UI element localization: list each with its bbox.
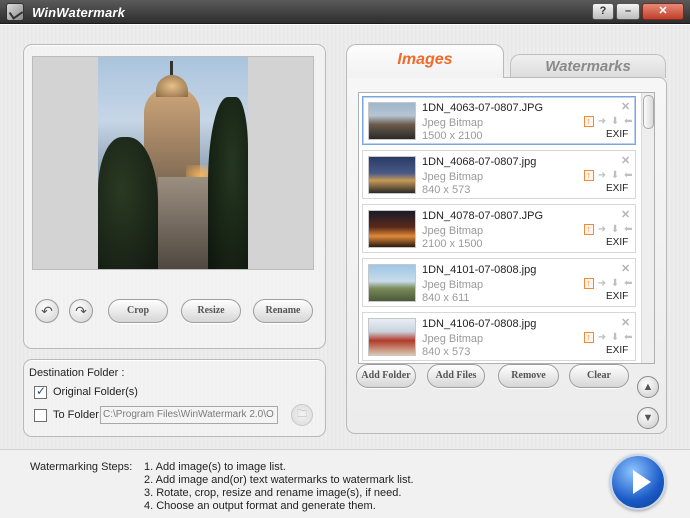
image-type: Jpeg Bitmap: [422, 333, 484, 345]
arrow-down-icon: ▼: [642, 412, 654, 424]
item-order-arrows[interactable]: ↑ ➜ ⬇ ⬅: [584, 116, 633, 127]
image-thumbnail: [368, 318, 416, 356]
item-order-arrows[interactable]: ↑ ➜ ⬇ ⬅: [584, 224, 633, 235]
image-type: Jpeg Bitmap: [422, 279, 484, 291]
remove-item-icon[interactable]: ✕: [621, 154, 630, 167]
steps-label: Watermarking Steps:: [30, 461, 133, 473]
main-area: ↶ ↷ Crop Resize Rename Destination Folde…: [0, 25, 690, 449]
generate-play-button[interactable]: [610, 454, 666, 510]
item-order-arrows[interactable]: ↑ ➜ ⬇ ⬅: [584, 170, 633, 181]
exif-label[interactable]: EXIF: [606, 345, 628, 356]
arrow-up-icon[interactable]: ↑: [584, 224, 594, 235]
step-3: 3. Rotate, crop, resize and rename image…: [144, 487, 402, 499]
help-button[interactable]: ?: [592, 3, 614, 20]
exif-label[interactable]: EXIF: [606, 129, 628, 140]
steps-list: 1. Add image(s) to image list. 2. Add im…: [144, 461, 414, 513]
title-bar: WinWatermark ? – ✕: [0, 0, 690, 24]
arrow-up-icon[interactable]: ↑: [584, 116, 594, 127]
image-dimensions: 840 x 611: [422, 292, 470, 304]
item-order-arrows[interactable]: ↑ ➜ ⬇ ⬅: [584, 332, 633, 343]
image-type: Jpeg Bitmap: [422, 171, 484, 183]
image-type: Jpeg Bitmap: [422, 117, 484, 129]
image-thumbnail: [368, 210, 416, 248]
image-filename: 1DN_4101-07-0808.jpg: [422, 264, 537, 276]
remove-item-icon[interactable]: ✕: [621, 262, 630, 275]
exif-label[interactable]: EXIF: [606, 237, 628, 248]
folder-path-input[interactable]: C:\Program Files\WinWatermark 2.0\O: [100, 406, 278, 424]
app-logo-icon: [6, 3, 24, 21]
original-folder-label[interactable]: Original Folder(s): [53, 386, 138, 398]
preview-image: [98, 57, 248, 269]
image-thumbnail: [368, 102, 416, 140]
arrow-up-icon[interactable]: ↑: [584, 278, 594, 289]
browse-folder-button[interactable]: 🗀: [291, 404, 313, 426]
step-1: 1. Add image(s) to image list.: [144, 461, 286, 473]
image-dimensions: 840 x 573: [422, 184, 471, 196]
image-list-item[interactable]: 1DN_4101-07-0808.jpg Jpeg Bitmap 840 x 611…: [362, 258, 636, 307]
image-filename: 1DN_4106-07-0808.jpg: [422, 318, 537, 330]
close-button[interactable]: ✕: [642, 3, 684, 20]
image-dimensions: 1500 x 2100: [422, 130, 483, 142]
image-list-item[interactable]: 1DN_4063-07-0807.JPG Jpeg Bitmap 1500 x 21…: [362, 96, 636, 145]
remove-item-icon[interactable]: ✕: [621, 208, 630, 221]
steps-bar: Watermarking Steps: 1. Add image(s) to i…: [0, 449, 690, 518]
image-filename: 1DN_4068-07-0807.jpg: [422, 156, 537, 168]
rotate-right-button[interactable]: ↷: [69, 299, 93, 323]
item-order-arrows[interactable]: ↑ ➜ ⬇ ⬅: [584, 278, 633, 289]
remove-button[interactable]: Remove: [498, 364, 559, 388]
image-dimensions: 2100 x 1500: [422, 238, 483, 250]
preview-toolbar: ↶ ↷ Crop Resize Rename: [24, 282, 325, 332]
add-folder-button[interactable]: Add Folder: [356, 364, 416, 388]
tab-images[interactable]: Images: [346, 44, 504, 78]
arrow-up-icon: ▲: [642, 381, 654, 393]
add-files-button[interactable]: Add Files: [427, 364, 485, 388]
to-folder-checkbox[interactable]: [34, 409, 47, 422]
crop-button[interactable]: Crop: [108, 299, 168, 323]
exif-label[interactable]: EXIF: [606, 183, 628, 194]
preview-panel: ↶ ↷ Crop Resize Rename: [23, 44, 326, 349]
move-down-button[interactable]: ▼: [637, 407, 659, 429]
image-dimensions: 840 x 573: [422, 346, 471, 358]
step-2: 2. Add image and(or) text watermarks to …: [144, 474, 414, 486]
image-list-panel: 1DN_4063-07-0807.JPG Jpeg Bitmap 1500 x 21…: [346, 77, 667, 434]
remove-item-icon[interactable]: ✕: [621, 100, 630, 113]
destination-panel: Destination Folder : Original Folder(s) …: [23, 359, 326, 437]
tab-watermarks[interactable]: Watermarks: [510, 54, 666, 78]
image-list[interactable]: 1DN_4063-07-0807.JPG Jpeg Bitmap 1500 x 21…: [358, 92, 655, 364]
app-title: WinWatermark: [32, 5, 126, 20]
image-thumbnail: [368, 264, 416, 302]
image-type: Jpeg Bitmap: [422, 225, 484, 237]
preview-area: [32, 56, 314, 270]
destination-label: Destination Folder :: [29, 367, 125, 379]
image-filename: 1DN_4063-07-0807.JPG: [422, 102, 544, 114]
image-list-item[interactable]: 1DN_4106-07-0808.jpg Jpeg Bitmap 840 x 573…: [362, 312, 636, 361]
clear-button[interactable]: Clear: [569, 364, 629, 388]
step-4: 4. Choose an output format and generate …: [144, 500, 376, 512]
rotate-left-button[interactable]: ↶: [35, 299, 59, 323]
image-filename: 1DN_4078-07-0807.JPG: [422, 210, 544, 222]
folder-icon: 🗀: [297, 409, 307, 420]
resize-button[interactable]: Resize: [181, 299, 241, 323]
to-folder-label[interactable]: To Folder: [53, 409, 99, 421]
rename-button[interactable]: Rename: [253, 299, 313, 323]
move-up-button[interactable]: ▲: [637, 376, 659, 398]
list-scrollbar-thumb[interactable]: [643, 95, 654, 129]
remove-item-icon[interactable]: ✕: [621, 316, 630, 329]
arrow-up-icon[interactable]: ↑: [584, 170, 594, 181]
minimize-button[interactable]: –: [616, 3, 640, 20]
image-list-item[interactable]: 1DN_4078-07-0807.JPG Jpeg Bitmap 2100 x 15…: [362, 204, 636, 253]
original-folder-checkbox[interactable]: [34, 384, 47, 399]
list-scrollbar[interactable]: [641, 93, 654, 363]
exif-label[interactable]: EXIF: [606, 291, 628, 302]
image-thumbnail: [368, 156, 416, 194]
image-list-item[interactable]: 1DN_4068-07-0807.jpg Jpeg Bitmap 840 x 573…: [362, 150, 636, 199]
arrow-up-icon[interactable]: ↑: [584, 332, 594, 343]
